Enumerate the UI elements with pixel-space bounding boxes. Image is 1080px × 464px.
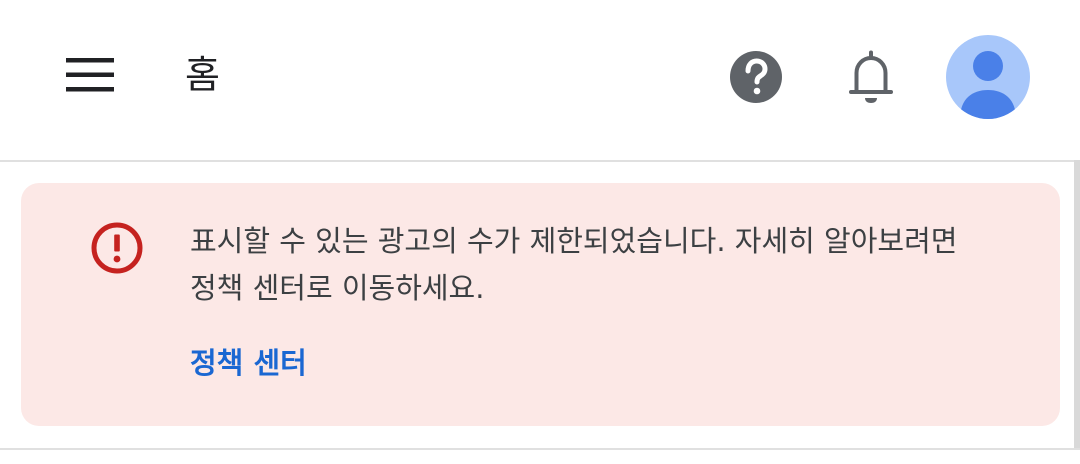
top-app-bar: 홈 <box>0 0 1080 160</box>
appbar-divider <box>0 160 1080 162</box>
error-circle-icon <box>91 222 143 274</box>
hamburger-menu-icon <box>66 58 114 92</box>
notifications-button[interactable] <box>831 37 911 117</box>
help-circle-icon <box>730 51 782 103</box>
account-avatar[interactable] <box>946 35 1030 119</box>
account-avatar-icon <box>960 51 1016 119</box>
scrollbar[interactable] <box>1074 160 1080 450</box>
help-button[interactable] <box>716 37 796 117</box>
banner-message: 표시할 수 있는 광고의 수가 제한되었습니다. 자세히 알아보려면 정책 센터… <box>190 224 958 305</box>
policy-center-link[interactable]: 정책 센터 <box>190 341 307 385</box>
page-title: 홈 <box>185 53 220 97</box>
menu-button[interactable] <box>50 40 130 110</box>
bell-icon <box>849 50 893 103</box>
content-divider <box>0 448 1080 450</box>
